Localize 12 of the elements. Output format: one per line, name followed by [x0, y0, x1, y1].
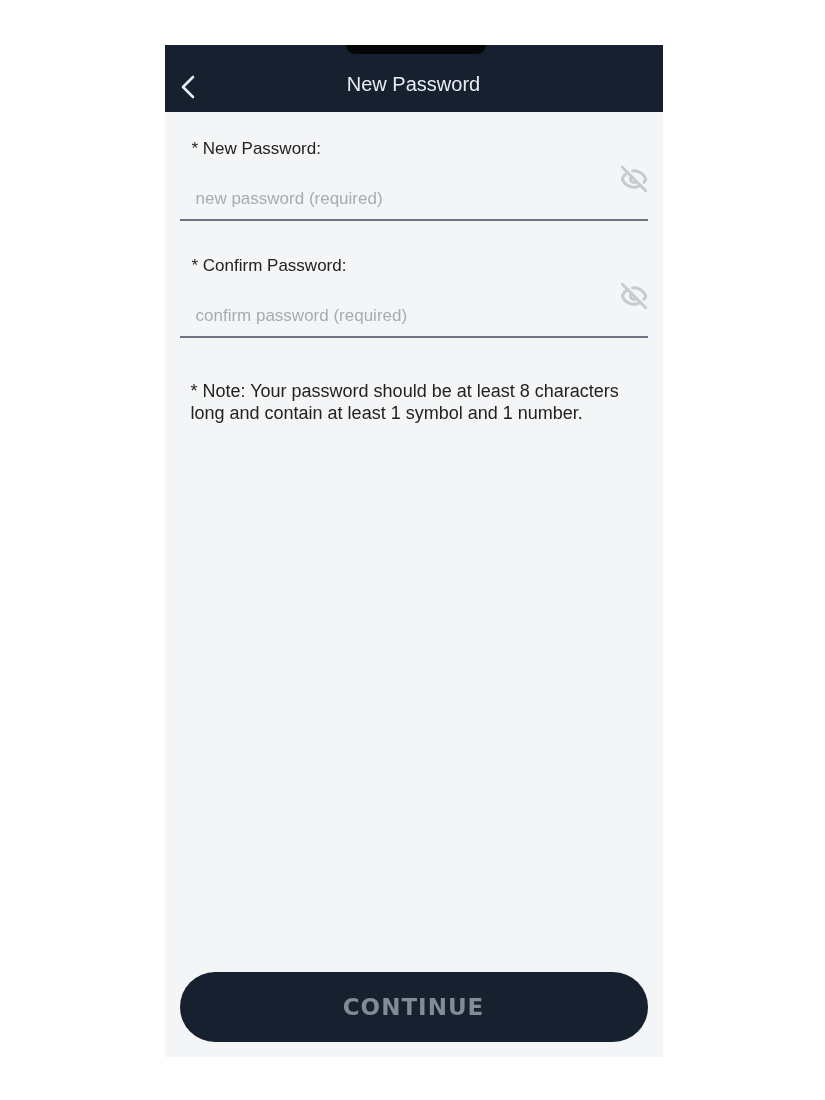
eye-off-icon — [619, 165, 648, 193]
eye-off-icon — [619, 282, 648, 310]
password-note: * Note: Your password should be at least 8 characters long and contain at least 1 symbol and 1 number. — [189, 380, 620, 424]
field-label: * Confirm Password: — [190, 256, 348, 276]
field-label: * New Password: — [190, 139, 322, 159]
back-icon — [180, 75, 195, 99]
password-field[interactable]: new password (required) — [179, 179, 648, 221]
password-field[interactable]: confirm password (required) — [179, 296, 648, 338]
visibility-toggle[interactable] — [619, 165, 648, 193]
visibility-toggle[interactable] — [619, 282, 648, 310]
page-title: New Password — [346, 73, 481, 96]
back-button[interactable] — [180, 75, 195, 99]
